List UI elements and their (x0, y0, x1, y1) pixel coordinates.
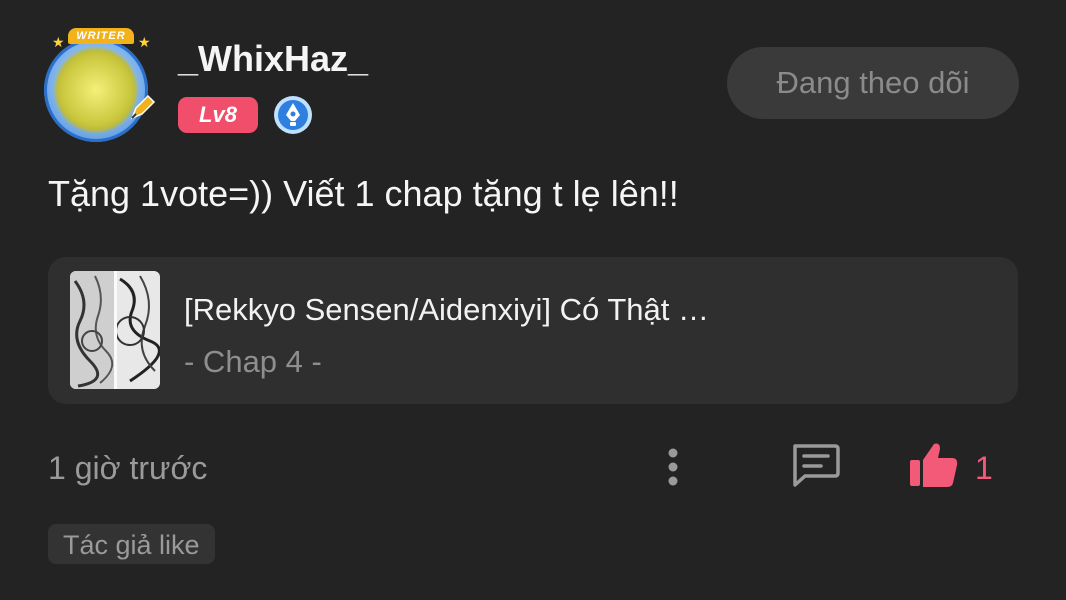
writer-frame-label: WRITER (68, 28, 134, 44)
story-chapter: - Chap 4 - (184, 344, 322, 379)
pen-badge-icon (274, 96, 312, 134)
username[interactable]: _WhixHaz_ (178, 38, 368, 80)
story-card[interactable]: [Rekkyo Sensen/Aidenxiyi] Có Thật … - Ch… (48, 257, 1018, 404)
thumbs-up-icon[interactable] (908, 440, 960, 490)
avatar[interactable]: WRITER ★ ★ (38, 28, 162, 144)
pencil-icon (130, 94, 156, 120)
timestamp: 1 giờ trước (48, 450, 208, 486)
story-thumbnail (70, 271, 160, 389)
comment-text: Tặng 1vote=)) Viết 1 chap tặng t lẹ lên!… (48, 173, 679, 214)
level-badge: Lv8 (178, 97, 258, 133)
author-like-tag: Tác giả like (48, 524, 215, 564)
star-icon: ★ (138, 34, 151, 50)
avatar-image (55, 48, 137, 132)
reply-icon[interactable] (789, 442, 841, 488)
more-vertical-icon[interactable] (658, 444, 688, 490)
story-title: [Rekkyo Sensen/Aidenxiyi] Có Thật … (184, 292, 709, 327)
star-icon: ★ (52, 34, 65, 50)
following-button[interactable]: Đang theo dõi (727, 47, 1019, 119)
like-count: 1 (975, 450, 993, 486)
